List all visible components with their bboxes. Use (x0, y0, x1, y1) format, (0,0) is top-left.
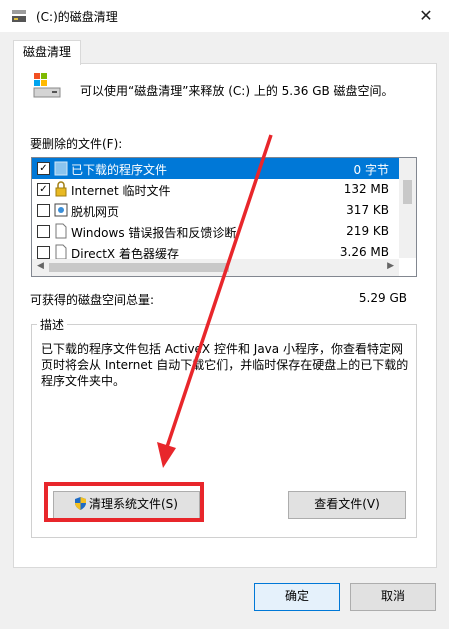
tab-disk-cleanup[interactable]: 磁盘清理 (13, 40, 81, 65)
annotation-arrow-icon (157, 134, 273, 468)
